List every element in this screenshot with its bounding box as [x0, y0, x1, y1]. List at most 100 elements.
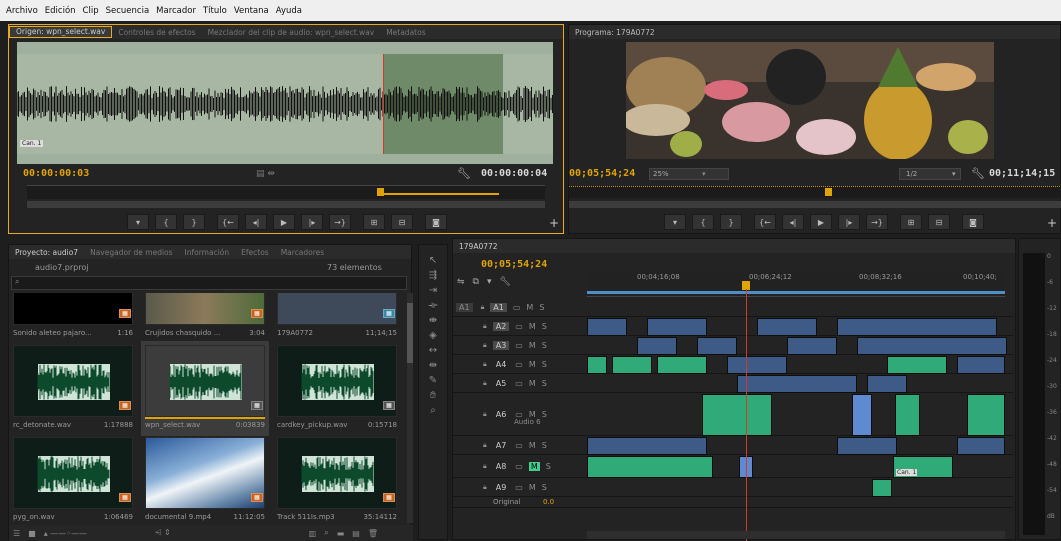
- sync-icon[interactable]: ▭: [515, 360, 523, 369]
- tab-markers[interactable]: Marcadores: [275, 248, 331, 257]
- audio-clip[interactable]: [867, 375, 907, 393]
- audio-clip[interactable]: [587, 318, 627, 336]
- rolling-edit-icon[interactable]: ⟛: [426, 299, 440, 313]
- mark-in-button[interactable]: {: [155, 214, 177, 230]
- play-icon[interactable]: ▶: [810, 214, 832, 230]
- extract-button[interactable]: ⊟: [928, 214, 950, 230]
- audio-clip[interactable]: [957, 437, 1005, 455]
- audio-clip[interactable]: [857, 337, 1007, 355]
- source-timecode[interactable]: 00:00:00:03: [23, 168, 89, 179]
- audio-clip[interactable]: [887, 356, 947, 374]
- mute-button[interactable]: M: [528, 462, 540, 471]
- solo-button[interactable]: S: [542, 483, 547, 492]
- project-item[interactable]: ▦ Crujidos chasquido ... 3:04: [141, 293, 269, 344]
- sync-icon[interactable]: ▭: [515, 379, 523, 388]
- track-a9[interactable]: 🔒︎ A9 ▭ M S: [453, 479, 1013, 497]
- solo-button[interactable]: S: [542, 441, 547, 450]
- razor-icon[interactable]: ◈: [426, 329, 440, 343]
- quality-dropdown[interactable]: 1/2 ▾: [899, 168, 961, 180]
- solo-button[interactable]: S: [542, 360, 547, 369]
- new-bin-icon[interactable]: ▬: [337, 529, 345, 538]
- tab-media-browser[interactable]: Navegador de medios: [84, 248, 178, 257]
- tab-effects[interactable]: Efectos: [235, 248, 275, 257]
- track-select-icon[interactable]: ⇶: [426, 269, 440, 283]
- audio-clip[interactable]: [587, 456, 713, 478]
- lock-icon[interactable]: 🔒︎: [483, 341, 487, 350]
- source-playhead[interactable]: [377, 188, 384, 196]
- search-icon[interactable]: ⌕: [324, 528, 328, 538]
- step-back-button[interactable]: ◂|: [782, 214, 804, 230]
- audio-clip[interactable]: [737, 375, 857, 393]
- snap-icon[interactable]: ⇋: [457, 277, 465, 291]
- pen-icon[interactable]: ✎: [426, 374, 440, 388]
- zoom-icon[interactable]: ⌕: [426, 404, 440, 418]
- hand-icon[interactable]: ✋︎: [426, 389, 440, 403]
- sort-icon[interactable]: ⩤ ⇕: [155, 528, 171, 538]
- lock-icon[interactable]: 🔒︎: [483, 360, 487, 369]
- menu-ayuda[interactable]: Ayuda: [276, 6, 302, 16]
- audio-clip[interactable]: [587, 437, 707, 455]
- project-item[interactable]: ▦ Sonido aleteo pajaro... 1:16: [9, 293, 137, 344]
- audio-clip[interactable]: [967, 394, 1005, 436]
- solo-button[interactable]: S: [542, 341, 547, 350]
- audio-clip[interactable]: [647, 318, 707, 336]
- audio-clip[interactable]: [895, 394, 920, 436]
- timeline-timecode[interactable]: 00;05;54;24: [481, 259, 547, 270]
- fit-icon[interactable]: ▤ ⇹: [256, 169, 275, 179]
- slide-icon[interactable]: ⇹: [426, 359, 440, 373]
- project-item[interactable]: ▦ cardkey_pickup.wav 0:15718: [273, 341, 401, 436]
- program-zoom-scroll[interactable]: [569, 201, 1061, 208]
- project-item[interactable]: ▦ 179A0772 11;14;15: [273, 293, 401, 344]
- program-ruler[interactable]: [569, 186, 1061, 198]
- audio-clip[interactable]: [612, 356, 652, 374]
- go-to-out-button[interactable]: →}: [866, 214, 888, 230]
- trash-icon[interactable]: 🗑︎: [368, 529, 378, 538]
- ripple-edit-icon[interactable]: ⇥: [426, 284, 440, 298]
- track-a5[interactable]: 🔒︎ A5 ▭ M S: [453, 375, 1013, 393]
- mute-button[interactable]: M: [529, 379, 536, 388]
- wrench-icon[interactable]: 🔧︎: [500, 277, 511, 291]
- marker-icon[interactable]: ▾: [487, 277, 492, 291]
- go-to-in-button[interactable]: {←: [217, 214, 239, 230]
- sync-icon[interactable]: ▭: [515, 341, 523, 350]
- mute-button[interactable]: M: [529, 341, 536, 350]
- add-icon[interactable]: +: [1047, 216, 1057, 230]
- mute-button[interactable]: M: [526, 303, 533, 312]
- audio-clip[interactable]: [837, 318, 997, 336]
- automate-icon[interactable]: ▥: [309, 529, 317, 538]
- lock-icon[interactable]: 🔒︎: [483, 410, 487, 419]
- menu-secuencia[interactable]: Secuencia: [106, 6, 150, 16]
- lock-icon[interactable]: 🔒︎: [483, 483, 487, 492]
- audio-clip[interactable]: Can. 1: [893, 456, 953, 478]
- search-input[interactable]: ⌕: [11, 276, 407, 290]
- step-forward-button[interactable]: |▸: [838, 214, 860, 230]
- mute-button[interactable]: M: [529, 441, 536, 450]
- lock-icon[interactable]: 🔒︎: [483, 462, 487, 471]
- mute-button[interactable]: M: [529, 360, 536, 369]
- selection-tool-icon[interactable]: ↖: [426, 254, 440, 268]
- mark-out-button[interactable]: }: [720, 214, 742, 230]
- mute-button[interactable]: M: [529, 322, 536, 331]
- wrench-icon[interactable]: 🔧︎: [457, 167, 471, 180]
- audio-clip[interactable]: [757, 318, 817, 336]
- mark-out-button[interactable]: }: [183, 214, 205, 230]
- new-item-icon[interactable]: ▤: [352, 529, 360, 538]
- solo-button[interactable]: S: [542, 322, 547, 331]
- list-view-icon[interactable]: ☰: [13, 529, 20, 538]
- solo-button[interactable]: S: [546, 462, 551, 471]
- audio-clip[interactable]: [872, 479, 892, 497]
- lock-icon[interactable]: 🔒︎: [483, 441, 487, 450]
- audio-clip[interactable]: [637, 337, 677, 355]
- overwrite-button[interactable]: ⊟: [391, 214, 413, 230]
- step-forward-button[interactable]: |▸: [301, 214, 323, 230]
- solo-button[interactable]: S: [542, 379, 547, 388]
- source-zoom-scroll[interactable]: [27, 201, 545, 208]
- menu-archivo[interactable]: Archivo: [6, 6, 38, 16]
- zoom-slider[interactable]: ▴ ——◦——: [44, 529, 87, 538]
- audio-clip[interactable]: [587, 356, 607, 374]
- sync-icon[interactable]: ▭: [515, 322, 523, 331]
- project-item[interactable]: ▦ documental 9.mp4 11:12:05: [141, 433, 269, 523]
- mute-button[interactable]: M: [529, 483, 536, 492]
- go-to-in-button[interactable]: {←: [754, 214, 776, 230]
- menu-clip[interactable]: Clip: [83, 6, 99, 16]
